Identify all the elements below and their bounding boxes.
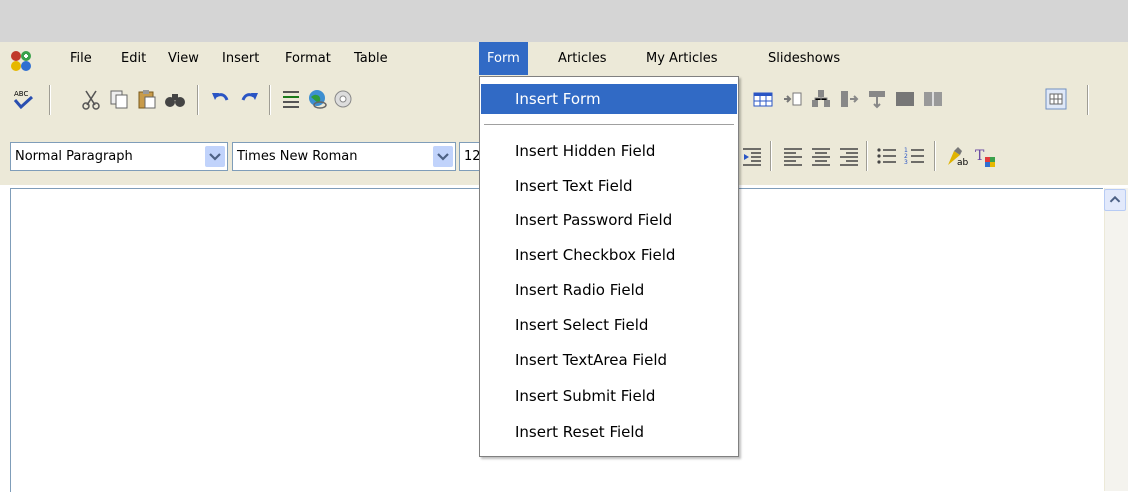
menu-item-insert-checkbox-field[interactable]: Insert Checkbox Field — [481, 240, 737, 270]
combo-arrow-icon[interactable] — [205, 146, 225, 167]
merge-cells-icon[interactable] — [894, 88, 916, 110]
paragraph-style-select[interactable]: Normal Paragraph — [10, 142, 228, 171]
menu-articles[interactable]: Articles — [550, 42, 614, 75]
align-right-icon[interactable] — [838, 145, 860, 167]
toolbar-separator — [934, 141, 935, 171]
menu-table[interactable]: Table — [346, 42, 396, 75]
split-cells-icon[interactable] — [922, 88, 944, 110]
insert-link-icon[interactable] — [306, 88, 328, 110]
menu-item-insert-radio-field[interactable]: Insert Radio Field — [481, 275, 737, 305]
cut-icon[interactable] — [80, 88, 102, 110]
text-color-icon[interactable]: T — [974, 145, 996, 167]
scroll-up-arrow-icon[interactable] — [1104, 189, 1126, 211]
toolbar-separator — [269, 85, 270, 115]
menu-item-insert-reset-field[interactable]: Insert Reset Field — [481, 417, 737, 447]
menu-item-insert-hidden-field[interactable]: Insert Hidden Field — [481, 136, 737, 166]
menu-item-insert-submit-field[interactable]: Insert Submit Field — [481, 381, 737, 411]
copy-icon[interactable] — [108, 88, 130, 110]
menu-insert[interactable]: Insert — [214, 42, 267, 75]
table-borders-icon[interactable] — [1045, 88, 1067, 110]
menu-item-insert-form[interactable]: Insert Form — [481, 84, 737, 114]
menu-format[interactable]: Format — [277, 42, 339, 75]
combo-arrow-icon[interactable] — [433, 146, 453, 167]
insert-row-icon[interactable] — [782, 88, 804, 110]
spellcheck-icon[interactable]: ABC — [12, 88, 34, 110]
vertical-scrollbar[interactable] — [1104, 188, 1128, 491]
toolbar-separator — [197, 85, 198, 115]
numbered-list-icon[interactable]: 1 2 3 — [904, 145, 926, 167]
paste-icon[interactable] — [136, 88, 158, 110]
menu-view[interactable]: View — [160, 42, 207, 75]
horizontal-rule-icon[interactable] — [280, 88, 302, 110]
insert-column-icon[interactable] — [810, 88, 832, 110]
menu-item-insert-select-field[interactable]: Insert Select Field — [481, 310, 737, 340]
menu-file[interactable]: File — [62, 42, 100, 75]
font-family-select[interactable]: Times New Roman — [232, 142, 456, 171]
redo-icon[interactable] — [238, 88, 260, 110]
delete-row-icon[interactable] — [866, 88, 888, 110]
menu-separator — [484, 124, 734, 125]
menu-form[interactable]: Form — [479, 42, 528, 75]
table-icon[interactable] — [752, 88, 774, 110]
svg-text:ABC: ABC — [14, 90, 28, 98]
bullet-list-icon[interactable] — [876, 145, 898, 167]
toolbar-separator — [1087, 85, 1088, 115]
align-center-icon[interactable] — [810, 145, 832, 167]
insert-image-icon[interactable] — [334, 88, 356, 110]
paragraph-style-value: Normal Paragraph — [15, 149, 133, 164]
font-family-value: Times New Roman — [237, 149, 358, 164]
toolbar-separator — [866, 141, 867, 171]
menu-edit[interactable]: Edit — [113, 42, 154, 75]
app-logo-icon[interactable] — [10, 50, 32, 72]
menu-slideshows[interactable]: Slideshows — [760, 42, 848, 75]
outdent-icon[interactable] — [741, 145, 763, 167]
highlight-color-icon[interactable]: ab — [946, 145, 968, 167]
toolbar-separator — [49, 85, 50, 115]
menu-item-insert-password-field[interactable]: Insert Password Field — [481, 205, 737, 235]
undo-icon[interactable] — [210, 88, 232, 110]
find-icon[interactable] — [164, 88, 186, 110]
form-menu-dropdown: Insert Form Insert Hidden Field Insert T… — [479, 76, 739, 457]
menu-item-insert-text-field[interactable]: Insert Text Field — [481, 171, 737, 201]
menu-my-articles[interactable]: My Articles — [638, 42, 726, 75]
toolbar-separator — [770, 141, 771, 171]
svg-text:ab: ab — [957, 158, 968, 167]
delete-column-icon[interactable] — [838, 88, 860, 110]
svg-text:3: 3 — [904, 159, 908, 166]
align-left-icon[interactable] — [782, 145, 804, 167]
window-title-strip — [0, 0, 1128, 42]
menu-item-insert-textarea-field[interactable]: Insert TextArea Field — [481, 345, 737, 375]
svg-text:T: T — [975, 148, 985, 164]
